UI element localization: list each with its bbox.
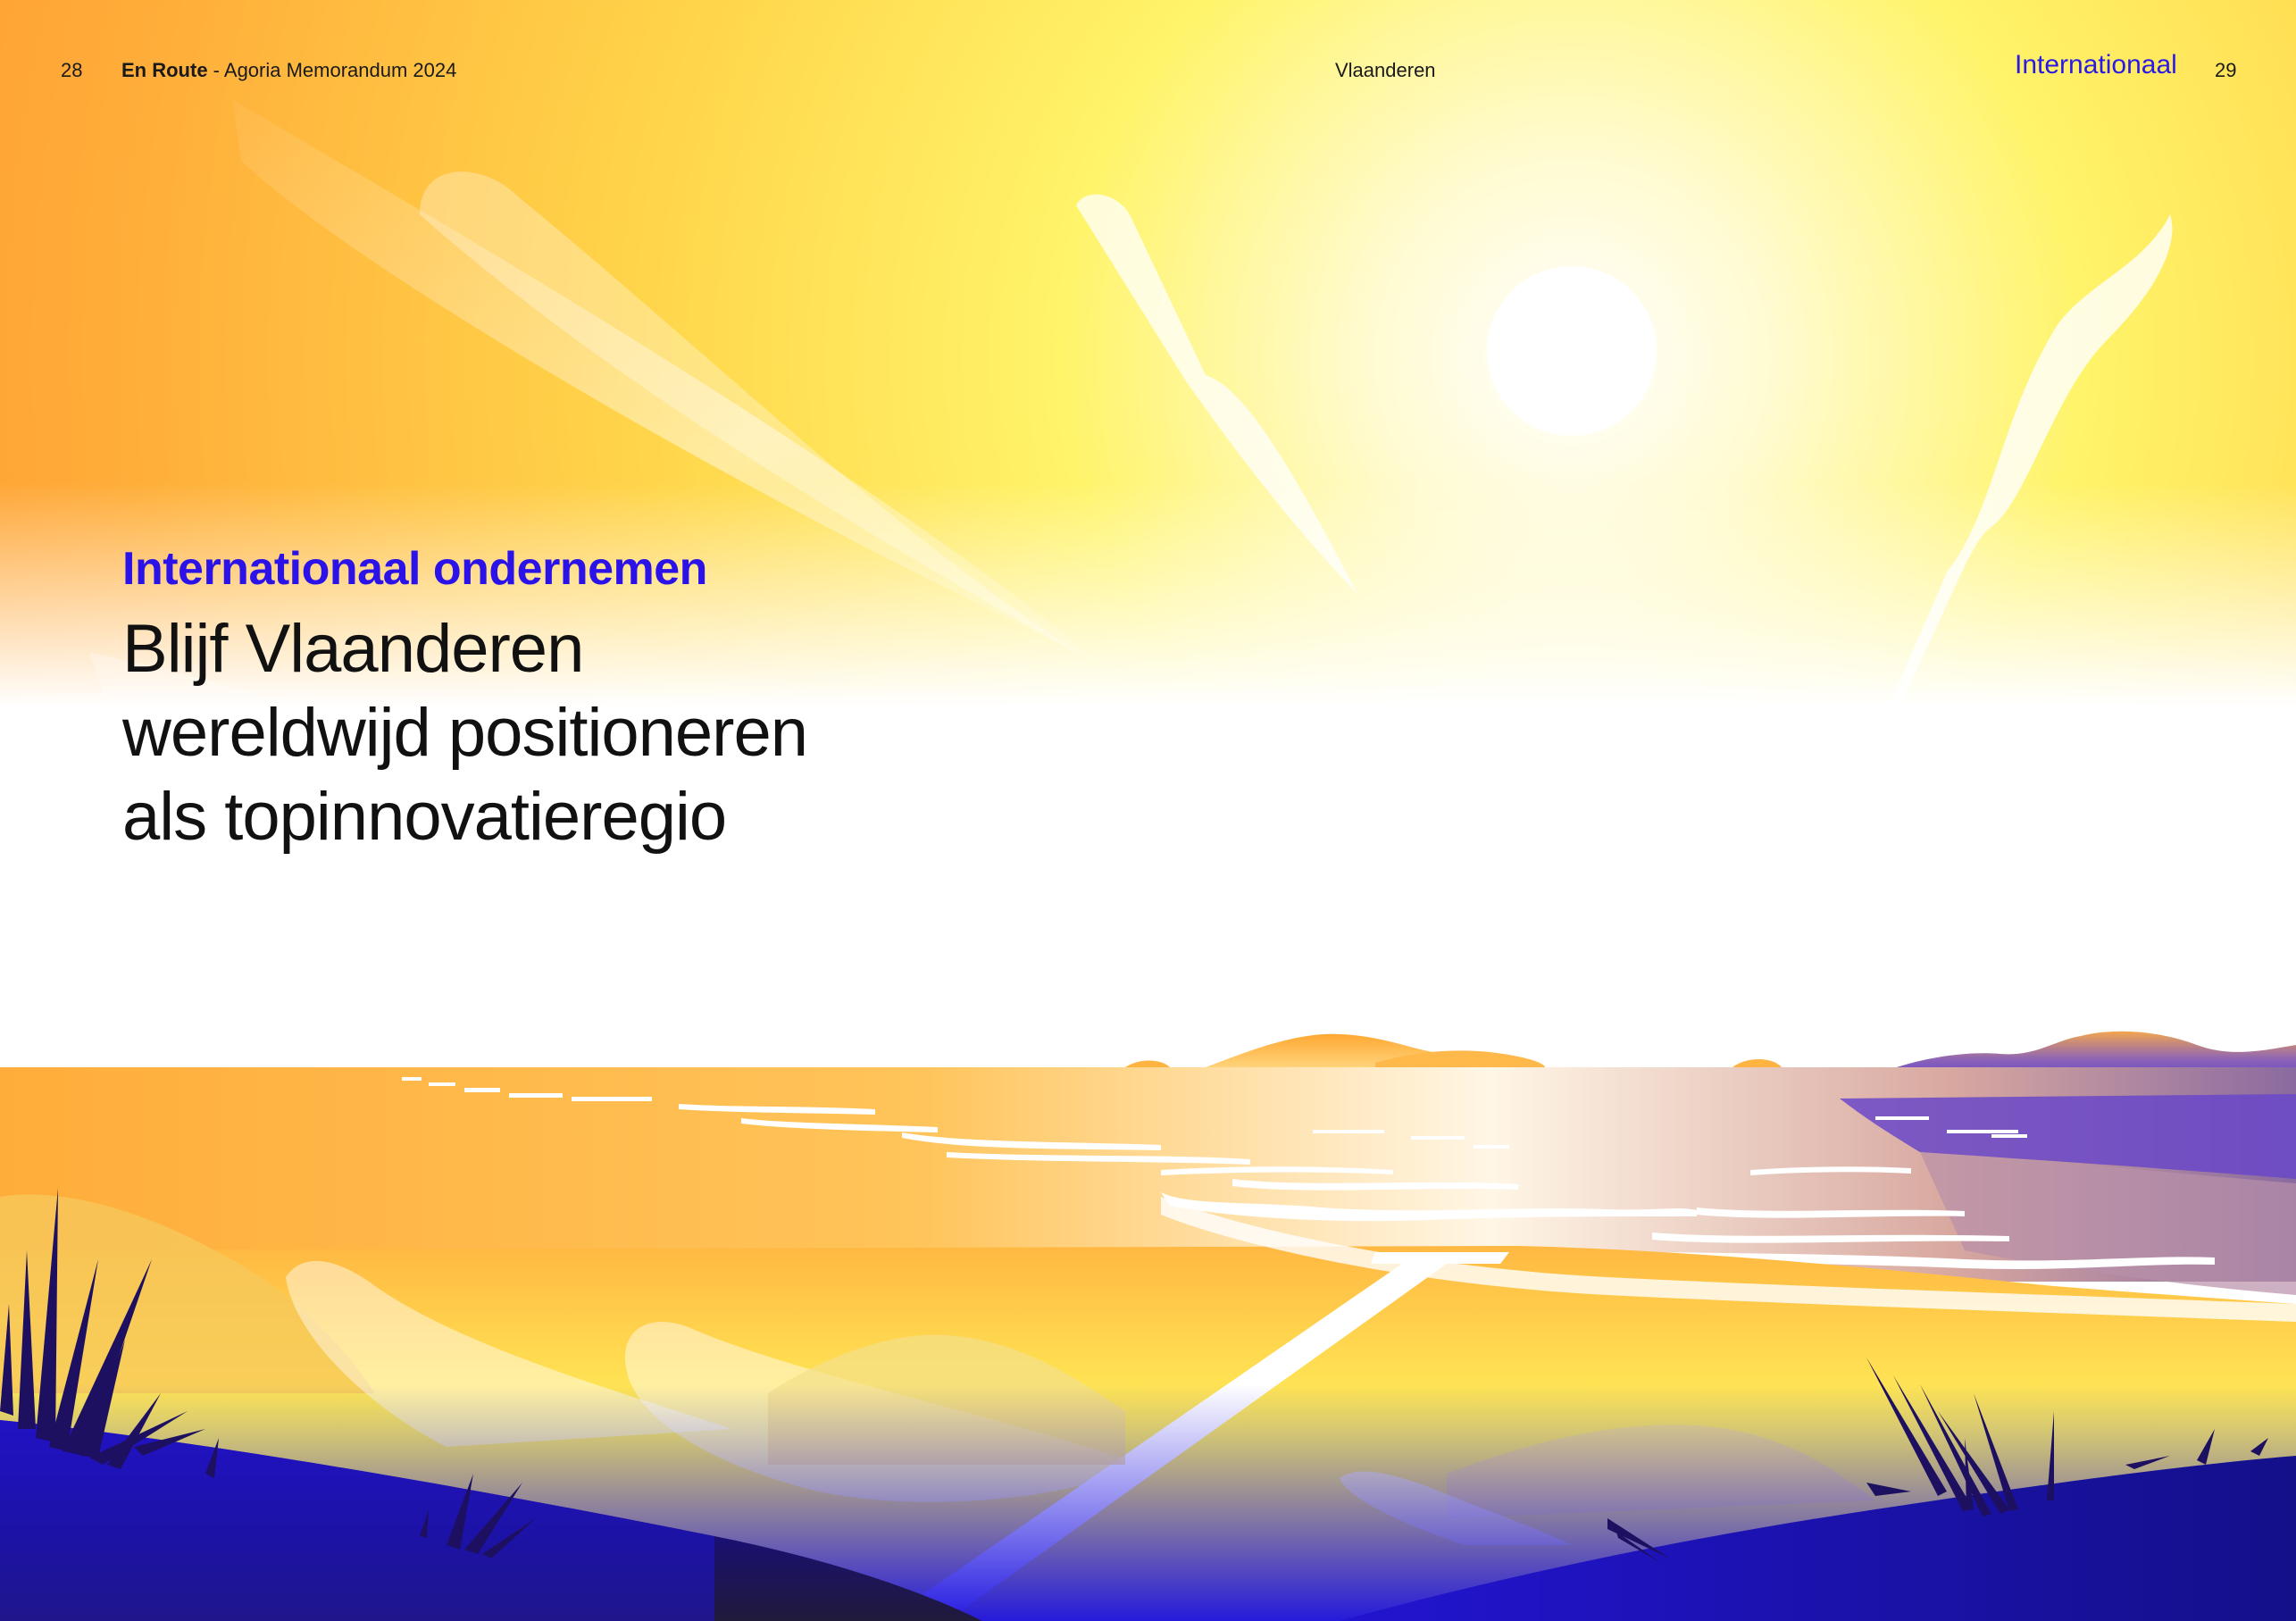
sun bbox=[1487, 266, 1657, 436]
headline-line: Blijf Vlaanderen bbox=[122, 611, 584, 687]
page-number-right: 29 bbox=[2215, 59, 2237, 81]
headline-line: als topinnovatieregio bbox=[122, 779, 727, 855]
region-label: Vlaanderen bbox=[1335, 59, 1436, 81]
chapter-kicker: Internationaal ondernemen bbox=[122, 543, 707, 595]
publication-title-rest: - Agoria Memorandum 2024 bbox=[207, 59, 457, 81]
page-headline: Blijf Vlaanderen wereldwijd positioneren… bbox=[122, 607, 808, 859]
section-label: Internationaal bbox=[2015, 50, 2177, 79]
page-number-left: 28 bbox=[61, 59, 83, 81]
publication-title: En Route - Agoria Memorandum 2024 bbox=[121, 59, 456, 82]
publication-title-bold: En Route bbox=[121, 59, 208, 81]
headline-line: wereldwijd positioneren bbox=[122, 695, 808, 771]
